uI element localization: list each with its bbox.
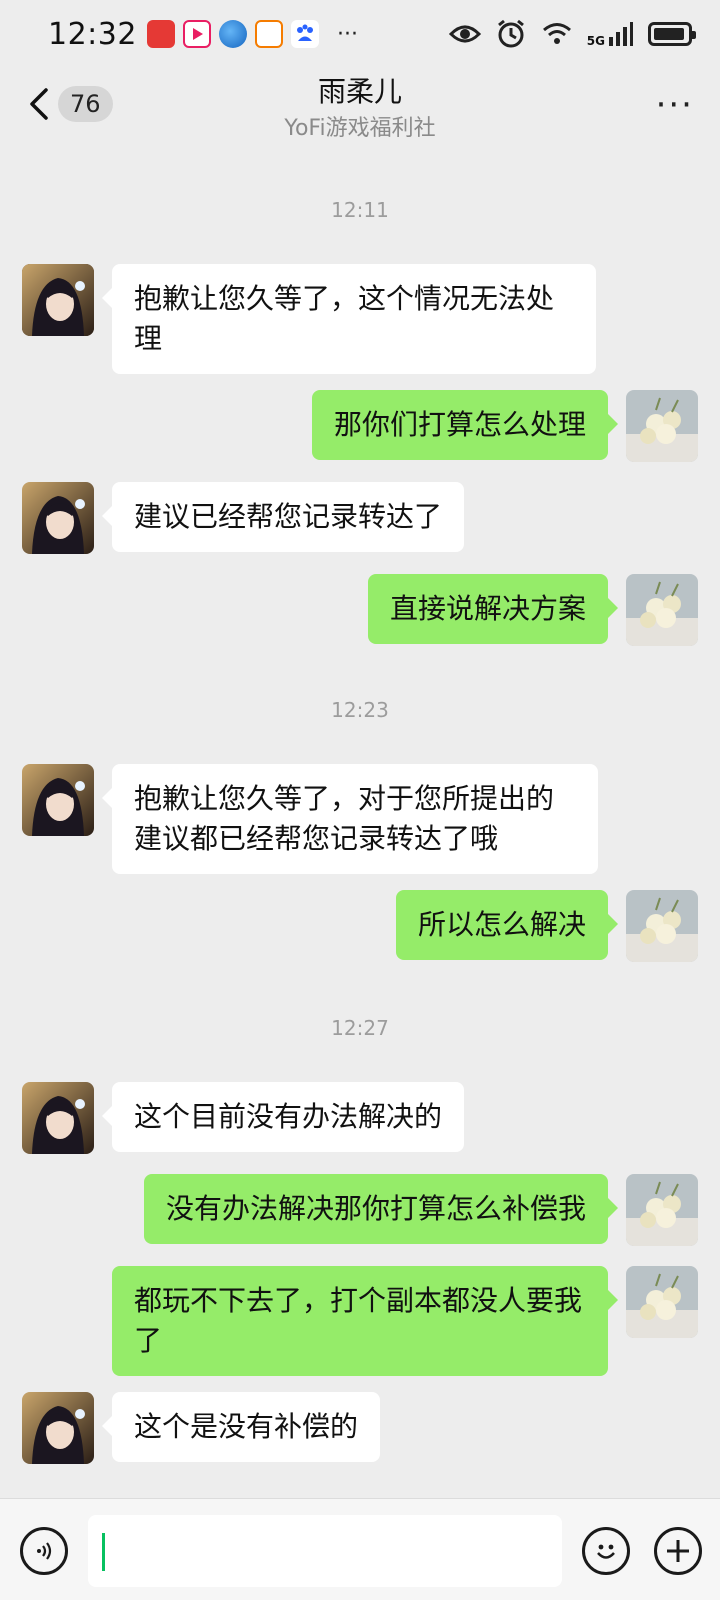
timestamp: 12:11 [331,198,389,222]
my-avatar[interactable] [626,890,698,962]
notification-icons: ··· [146,20,358,48]
chat-subtitle: YoFi游戏福利社 [284,116,436,141]
plus-icon [667,1540,689,1562]
message-input[interactable] [88,1515,562,1587]
message-bubble-received[interactable]: 建议已经帮您记录转达了 [101,482,465,552]
more-options-button[interactable]: ··· [656,88,694,122]
message-bubble-sent[interactable]: 没有办法解决那你打算怎么补偿我 [143,1174,619,1244]
input-bar [0,1498,720,1600]
message-bubble-sent[interactable]: 直接说解决方案 [367,574,619,644]
contact-avatar[interactable] [22,264,94,336]
browser-app-icon [218,20,247,48]
message-bubble-received[interactable]: 这个目前没有办法解决的 [101,1082,465,1152]
wifi-icon [542,23,571,44]
network-type: 5G [586,34,605,48]
wallet-app-icon [254,20,283,48]
my-avatar[interactable] [626,1174,698,1246]
emoji-icon [597,1544,615,1559]
contact-avatar[interactable] [22,482,94,554]
message-bubble-received[interactable]: 抱歉让您久等了，这个情况无法处理 [102,264,596,374]
chat-title: 雨柔儿 [317,75,402,108]
my-avatar[interactable] [626,574,698,646]
video-app-icon [182,20,211,48]
contact-avatar[interactable] [22,764,94,836]
voice-icon [37,1542,52,1560]
chat-messages[interactable]: 12:11 抱歉让您久等了，这个情况无法处理 那你们打算怎么处理 建议已经帮您记… [0,148,720,1498]
text-cursor [102,1533,105,1571]
battery-icon [648,22,696,46]
timestamp: 12:23 [331,698,389,722]
news-app-icon [146,20,175,48]
more-notifications-icon: ··· [336,21,358,47]
my-avatar[interactable] [626,390,698,462]
chat-header: 76 雨柔儿 YoFi游戏福利社 ··· [0,68,720,148]
alarm-icon [497,19,524,48]
more-functions-button[interactable] [654,1527,702,1575]
contact-avatar[interactable] [22,1392,94,1464]
voice-input-button[interactable] [20,1527,68,1575]
baidu-app-icon [290,20,319,48]
message-bubble-sent[interactable]: 所以怎么解决 [395,890,619,960]
emoji-button[interactable] [582,1527,630,1575]
timestamp: 12:27 [331,1016,389,1040]
message-bubble-sent[interactable]: 都玩不下去了，打个副本都没人要我了 [112,1266,618,1376]
status-time: 12:32 [48,16,137,52]
signal-icon: 5G [587,21,634,47]
contact-avatar[interactable] [22,1082,94,1154]
my-avatar[interactable] [626,1266,698,1338]
message-bubble-received[interactable]: 抱歉让您久等了，对于您所提出的建议都已经帮您记录转达了哦 [102,764,598,874]
eye-icon [448,25,481,43]
message-bubble-sent[interactable]: 那你们打算怎么处理 [311,390,619,460]
message-bubble-received[interactable]: 这个是没有补偿的 [101,1392,381,1462]
status-bar: 12:32 ··· 5G [0,0,720,68]
